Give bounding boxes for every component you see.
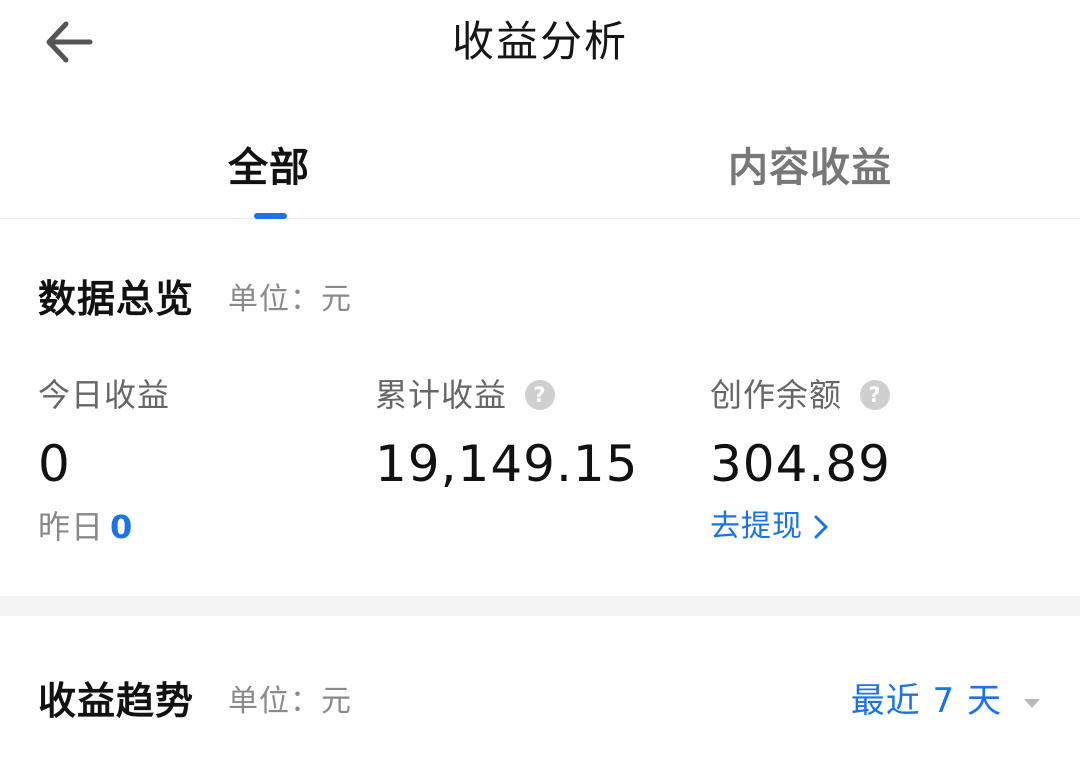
top-bar: 收益分析 (0, 0, 1080, 84)
page-title: 收益分析 (451, 17, 628, 66)
withdraw-link[interactable]: 去提现 (710, 506, 829, 548)
date-range-select[interactable]: 最近 7 天 (851, 678, 1040, 724)
active-tab-indicator (254, 213, 287, 219)
trend-unit: 单位：元 (228, 684, 352, 719)
tab-content-revenue[interactable]: 内容收益 (728, 142, 892, 194)
tab-all[interactable]: 全部 (228, 142, 310, 194)
chevron-right-icon (814, 515, 828, 539)
balance-label-text: 创作余额 (710, 376, 843, 414)
yesterday-label: 昨日 (38, 508, 105, 546)
question-icon[interactable]: ? (525, 380, 556, 410)
overview-unit: 单位：元 (228, 282, 352, 317)
tab-bar: 全部 内容收益 (0, 118, 1080, 219)
trend-title: 收益趋势 (38, 679, 195, 723)
section-divider (0, 596, 1080, 616)
today-label-text: 今日收益 (38, 376, 171, 414)
today-value: 0 (38, 435, 71, 493)
yesterday-value: 0 (110, 508, 134, 546)
yesterday-row: 昨日 0 (38, 506, 133, 548)
withdraw-label: 去提现 (710, 509, 803, 544)
overview-title: 数据总览 (38, 277, 195, 321)
today-label: 今日收益 (38, 374, 170, 416)
question-icon[interactable]: ? (860, 380, 891, 410)
date-range-label: 最近 7 天 (850, 681, 1002, 721)
total-label-text: 累计收益 (375, 376, 508, 414)
balance-label: 创作余额 ? (710, 374, 891, 416)
balance-value: 304.89 (710, 435, 891, 493)
total-label: 累计收益 ? (375, 374, 556, 416)
total-value: 19,149.15 (375, 435, 639, 493)
caret-down-icon (1024, 698, 1040, 708)
